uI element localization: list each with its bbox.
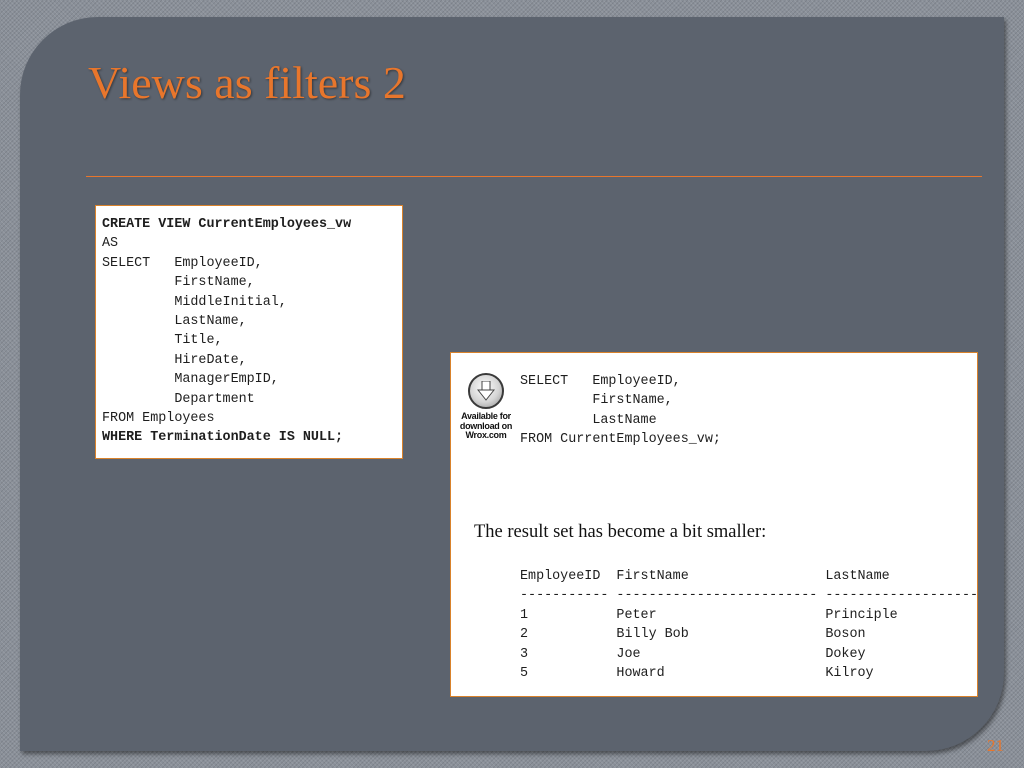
result-row: 5 Howard Kilroy — [520, 666, 874, 682]
result-set-table: EmployeeID FirstName LastName -----------… — [520, 567, 978, 683]
query-line-from: FROM CurrentEmployees_vw; — [520, 432, 721, 448]
code-line-middleinitial: MiddleInitial, — [102, 294, 287, 310]
view-definition-panel: CREATE VIEW CurrentEmployees_vw AS SELECT … — [95, 205, 403, 459]
download-arrow-icon — [468, 373, 504, 409]
code-line-title: Title, — [102, 333, 223, 349]
result-row: 1 Peter Principle — [520, 607, 898, 623]
view-definition-code: CREATE VIEW CurrentEmployees_vw AS SELECT … — [102, 215, 351, 448]
wrox-download-badge[interactable]: Available for download on Wrox.com — [457, 373, 515, 441]
query-line-lastname: LastName — [520, 412, 657, 428]
badge-line-3: Wrox.com — [465, 430, 507, 440]
result-divider: ----------- ------------------------- --… — [520, 588, 978, 604]
code-line-lastname: LastName, — [102, 314, 247, 330]
code-line-manager: ManagerEmpID, — [102, 372, 279, 388]
query-line-firstname: FirstName, — [520, 393, 673, 409]
code-line-as: AS — [102, 236, 119, 252]
slide-title: Views as filters 2 — [88, 57, 406, 108]
result-row: 3 Joe Dokey — [520, 646, 866, 662]
title-underline — [86, 176, 982, 177]
slide: Views as filters 2 CREATE VIEW CurrentEm… — [20, 17, 1004, 751]
page-number: 21 — [987, 736, 1004, 755]
code-line-create: CREATE VIEW CurrentEmployees_vw — [102, 217, 352, 232]
code-line-department: Department — [102, 391, 255, 407]
result-caption: The result set has become a bit smaller: — [474, 522, 767, 542]
result-header: EmployeeID FirstName LastName — [520, 569, 890, 584]
code-line-select: SELECT EmployeeID, — [102, 255, 263, 271]
query-line-select: SELECT EmployeeID, — [520, 374, 681, 389]
query-example-panel: Available for download on Wrox.com SELEC… — [450, 352, 978, 697]
code-line-from: FROM Employees — [102, 411, 215, 427]
code-line-firstname: FirstName, — [102, 275, 255, 291]
select-query-code: SELECT EmployeeID, FirstName, LastName FR… — [520, 372, 721, 450]
code-line-where: WHERE TerminationDate IS NULL; — [102, 430, 344, 446]
code-line-hiredate: HireDate, — [102, 352, 247, 368]
result-row: 2 Billy Bob Boson — [520, 627, 866, 643]
